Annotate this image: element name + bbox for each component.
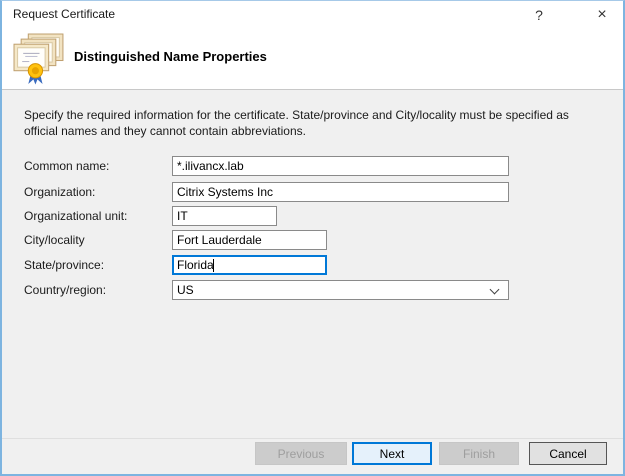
title-bar: Request Certificate ? ×	[2, 1, 623, 29]
country-region-value: US	[177, 283, 194, 297]
city-locality-input[interactable]	[172, 230, 327, 250]
organization-input[interactable]	[172, 182, 509, 202]
previous-button: Previous	[255, 442, 347, 465]
common-name-input[interactable]	[172, 156, 509, 176]
cancel-button[interactable]: Cancel	[529, 442, 607, 465]
page-title: Distinguished Name Properties	[74, 49, 267, 64]
organizational-unit-input[interactable]	[172, 206, 277, 226]
country-region-label: Country/region:	[24, 283, 106, 297]
dialog-content: Specify the required information for the…	[2, 89, 623, 476]
certificate-stack-icon	[13, 33, 66, 86]
form-area: Common name: Organization: Organizationa…	[2, 90, 623, 476]
request-certificate-dialog: Request Certificate ? ×	[0, 0, 625, 476]
text-caret	[213, 259, 214, 272]
chevron-down-icon	[490, 285, 500, 295]
state-province-label: State/province:	[24, 258, 104, 272]
organization-label: Organization:	[24, 185, 95, 199]
common-name-label: Common name:	[24, 159, 109, 173]
city-locality-label: City/locality	[24, 233, 85, 247]
window-title: Request Certificate	[13, 7, 115, 21]
state-province-input[interactable]	[172, 255, 327, 275]
next-button[interactable]: Next	[352, 442, 432, 465]
close-icon[interactable]: ×	[585, 1, 619, 28]
organizational-unit-label: Organizational unit:	[24, 209, 127, 223]
help-icon[interactable]: ?	[522, 1, 556, 28]
button-area-separator	[2, 438, 623, 439]
country-region-select[interactable]: US	[172, 280, 509, 300]
finish-button: Finish	[439, 442, 519, 465]
